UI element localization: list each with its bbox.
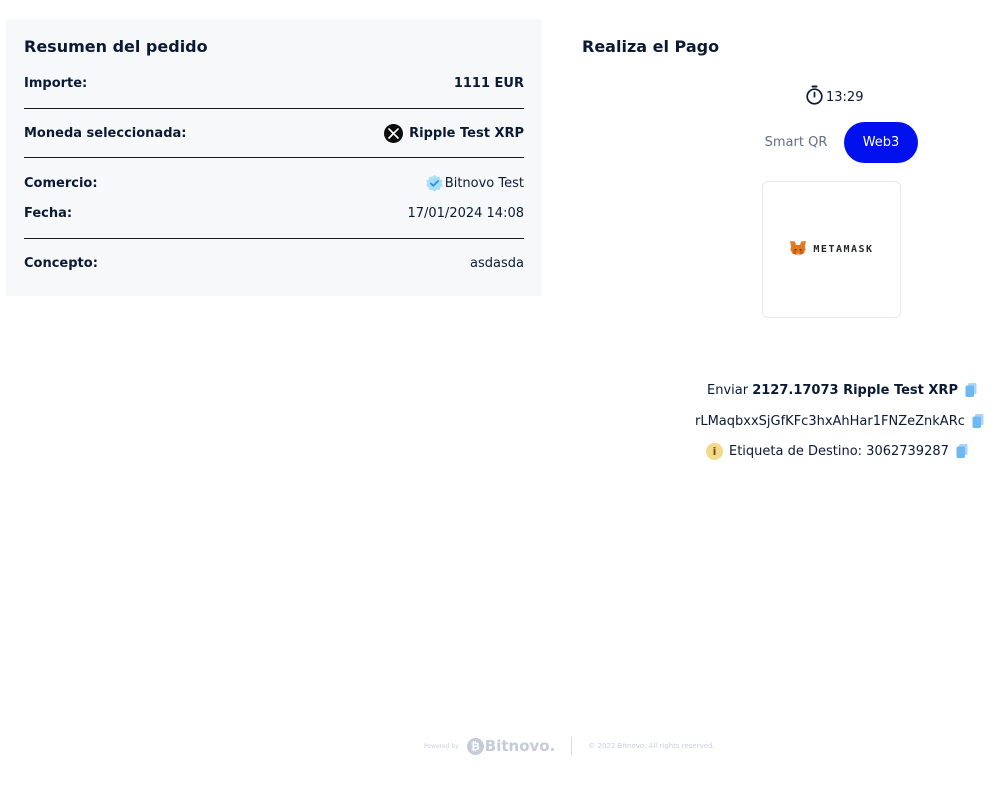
date-value: 17/01/2024 14:08	[407, 205, 524, 221]
divider	[24, 238, 524, 239]
order-summary-card: Resumen del pedido Importe: 1111 EUR Mon…	[6, 19, 542, 296]
merchant-value-group: Bitnovo Test	[425, 174, 524, 193]
concept-value: asdasda	[470, 255, 524, 271]
date-label: Fecha:	[24, 205, 73, 221]
info-icon: i	[706, 442, 723, 460]
currency-value-group: Ripple Test XRP	[384, 123, 524, 143]
copy-icon[interactable]	[964, 382, 978, 398]
merchant-row: Comercio: Bitnovo Test	[24, 172, 524, 194]
amount-row: Importe: 1111 EUR	[24, 72, 524, 94]
footer-divider	[571, 737, 573, 755]
metamask-wallet-option[interactable]: METAMASK	[762, 181, 901, 318]
destination-tag: Etiqueta de Destino: 3062739287	[729, 443, 949, 459]
wallet-name: METAMASK	[813, 244, 874, 255]
destination-tag-line: i Etiqueta de Destino: 3062739287	[706, 441, 969, 461]
footer: Powered by ₿ Bitnovo. © 2022 Bitnovo. Al…	[424, 736, 715, 756]
timer-value: 13:29	[826, 89, 864, 105]
stopwatch-icon	[805, 85, 824, 109]
concept-row: Concepto: asdasda	[24, 252, 524, 274]
bitnovo-logo: ₿ Bitnovo.	[466, 737, 556, 755]
metamask-fox-icon	[789, 240, 807, 260]
tab-smart-qr[interactable]: Smart QR	[758, 122, 834, 163]
send-amount: 2127.17073 Ripple Test XRP	[752, 382, 958, 398]
concept-label: Concepto:	[24, 255, 98, 271]
date-row: Fecha: 17/01/2024 14:08	[24, 202, 524, 224]
copy-icon[interactable]	[955, 443, 969, 459]
payment-title: Realiza el Pago	[582, 37, 720, 56]
summary-title: Resumen del pedido	[24, 37, 208, 56]
currency-row: Moneda seleccionada: Ripple Test XRP	[24, 122, 524, 144]
countdown-timer: 13:29	[805, 85, 864, 109]
address-line: rLMaqbxxSjGfKFc3hxAhHar1FNZeZnkARc	[695, 411, 985, 431]
amount-label: Importe:	[24, 75, 88, 91]
wallet-address: rLMaqbxxSjGfKFc3hxAhHar1FNZeZnkARc	[695, 413, 965, 429]
verified-badge-icon	[425, 174, 444, 193]
tab-web3[interactable]: Web3	[844, 122, 918, 163]
copyright-text: © 2022 Bitnovo. All rights reserved.	[588, 742, 715, 750]
merchant-label: Comercio:	[24, 175, 98, 191]
currency-label: Moneda seleccionada:	[24, 125, 187, 141]
divider	[24, 157, 524, 158]
send-amount-line: Enviar 2127.17073 Ripple Test XRP	[707, 380, 978, 400]
copy-icon[interactable]	[971, 413, 985, 429]
amount-value: 1111 EUR	[453, 75, 524, 91]
divider	[24, 108, 524, 109]
bitcoin-icon: ₿	[466, 737, 484, 755]
currency-value: Ripple Test XRP	[409, 125, 524, 141]
xrp-icon	[384, 123, 404, 143]
merchant-value: Bitnovo Test	[444, 175, 524, 191]
powered-by-text: Powered by	[424, 742, 459, 750]
send-text: Enviar 2127.17073 Ripple Test XRP	[707, 382, 958, 398]
brand-text: Bitnovo.	[484, 737, 556, 755]
